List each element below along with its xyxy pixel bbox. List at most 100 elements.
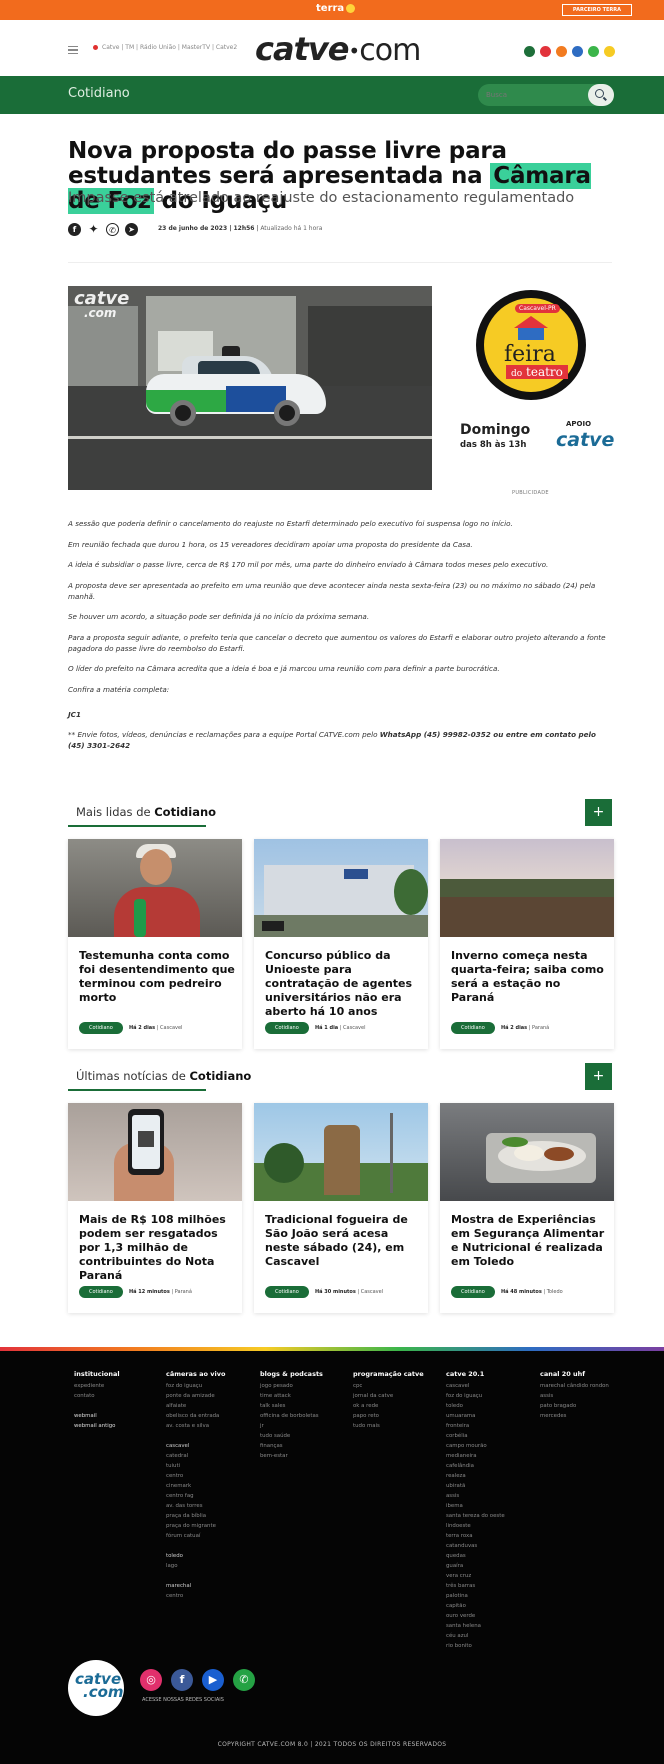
footer-link[interactable]: bem-estar <box>260 1451 350 1461</box>
footer-link[interactable]: fronteira <box>446 1421 536 1431</box>
card-title[interactable]: Concurso público da Unioeste para contra… <box>265 949 421 1019</box>
footer-link[interactable]: catedral <box>166 1451 256 1461</box>
twitter-icon[interactable]: ✦ <box>87 222 100 236</box>
footer-link[interactable]: quedas <box>446 1551 536 1561</box>
footer-link[interactable]: três barras <box>446 1581 536 1591</box>
footer-link[interactable]: santa tereza do oeste <box>446 1511 536 1521</box>
footer-link[interactable]: céu azul <box>446 1631 536 1641</box>
footer-link[interactable]: pato bragado <box>540 1401 630 1411</box>
footer-link[interactable]: cascavel <box>446 1381 536 1391</box>
latest-news-more-button[interactable]: + <box>585 1063 612 1090</box>
menu-icon[interactable] <box>68 46 78 54</box>
footer-link[interactable]: webmail antigo <box>74 1421 164 1431</box>
footer-link[interactable]: marechal cândido rondon <box>540 1381 630 1391</box>
card-title[interactable]: Tradicional fogueira de São João será ac… <box>265 1213 421 1269</box>
footer-link[interactable]: realeza <box>446 1471 536 1481</box>
footer-links[interactable]: marechal cândido rondon assis pato bragado… <box>540 1381 630 1421</box>
footer-links[interactable]: catedral tuiuti centro cinemark centro fag av… <box>166 1451 256 1541</box>
footer-link[interactable]: ponte da amizade <box>166 1391 256 1401</box>
search-button[interactable] <box>588 84 614 106</box>
card-title[interactable]: Testemunha conta como foi desentendiment… <box>79 949 235 1005</box>
live-channels-links[interactable]: Catve | TM | Rádio União | MasterTV | Ca… <box>102 42 262 53</box>
whatsapp-icon[interactable]: ✆ <box>106 222 119 236</box>
footer-link[interactable]: campo mourão <box>446 1441 536 1451</box>
most-read-more-button[interactable]: + <box>585 799 612 826</box>
site-logo[interactable]: catve•com <box>255 30 421 68</box>
footer-link[interactable]: cpc <box>353 1381 443 1391</box>
telegram-icon[interactable]: ➤ <box>125 222 138 236</box>
whatsapp-icon[interactable]: ✆ <box>233 1669 255 1691</box>
footer-link[interactable]: jr <box>260 1421 350 1431</box>
search-input[interactable] <box>486 88 576 102</box>
footer-link[interactable]: tuiuti <box>166 1461 256 1471</box>
footer-link[interactable]: centro fag <box>166 1491 256 1501</box>
footer-link[interactable]: catanduvas <box>446 1541 536 1551</box>
news-card[interactable]: Concurso público da Unioeste para contra… <box>254 839 428 1049</box>
footer-link[interactable]: capitão <box>446 1601 536 1611</box>
footer-links[interactable]: jogo pesado time attack talk sales officina… <box>260 1381 350 1461</box>
news-card[interactable]: Tradicional fogueira de São João será ac… <box>254 1103 428 1313</box>
footer-link[interactable]: lindoeste <box>446 1521 536 1531</box>
facebook-icon[interactable]: f <box>68 222 81 236</box>
footer-link[interactable]: corbélia <box>446 1431 536 1441</box>
footer-link[interactable]: praça do migrante <box>166 1521 256 1531</box>
footer-link[interactable]: santa helena <box>446 1621 536 1631</box>
footer-link[interactable]: centro <box>166 1471 256 1481</box>
footer-link[interactable]: cinemark <box>166 1481 256 1491</box>
footer-link[interactable]: mercedes <box>540 1411 630 1421</box>
facebook-icon[interactable]: f <box>171 1669 193 1691</box>
card-category-tag[interactable]: Cotidiano <box>451 1022 495 1034</box>
news-card[interactable]: Testemunha conta como foi desentendiment… <box>68 839 242 1049</box>
footer-link[interactable]: assis <box>540 1391 630 1401</box>
footer-link[interactable]: tudo saúde <box>260 1431 350 1441</box>
footer-links[interactable]: cpc jornal da catve ok a rede papo reto tudo… <box>353 1381 443 1431</box>
footer-link[interactable]: papo reto <box>353 1411 443 1421</box>
footer-link[interactable]: umuarama <box>446 1411 536 1421</box>
terra-brand[interactable]: terra <box>316 3 356 14</box>
news-card[interactable]: Mais de R$ 108 milhões podem ser resgata… <box>68 1103 242 1313</box>
news-card[interactable]: Mostra de Experiências em Segurança Alim… <box>440 1103 614 1313</box>
footer-link[interactable]: terra roxa <box>446 1531 536 1541</box>
footer-link[interactable]: tudo mais <box>353 1421 443 1431</box>
footer-link[interactable]: toledo <box>446 1401 536 1411</box>
card-category-tag[interactable]: Cotidiano <box>79 1022 123 1034</box>
footer-links[interactable]: expediente contato <box>74 1381 164 1401</box>
partner-terra-button[interactable]: PARCEIRO TERRA <box>561 4 632 16</box>
footer-link[interactable]: foz do iguaçu <box>166 1381 256 1391</box>
card-title[interactable]: Inverno começa nesta quarta-feira; saiba… <box>451 949 607 1005</box>
card-title[interactable]: Mais de R$ 108 milhões podem ser resgata… <box>79 1213 235 1283</box>
card-title[interactable]: Mostra de Experiências em Segurança Alim… <box>451 1213 607 1269</box>
footer-link[interactable]: ouro verde <box>446 1611 536 1621</box>
footer-link[interactable]: medianeira <box>446 1451 536 1461</box>
footer-link[interactable]: lago <box>166 1561 256 1571</box>
footer-link[interactable]: fórum catuaí <box>166 1531 256 1541</box>
section-title[interactable]: Cotidiano <box>68 86 130 101</box>
footer-link[interactable]: jogo pesado <box>260 1381 350 1391</box>
advertisement[interactable]: Cascavel-PR feira do teatro Domingo das … <box>452 286 614 496</box>
footer-links[interactable]: centro <box>166 1591 256 1601</box>
footer-link[interactable]: time attack <box>260 1391 350 1401</box>
footer-link[interactable]: vera cruz <box>446 1571 536 1581</box>
footer-link[interactable]: officina de borboletas <box>260 1411 350 1421</box>
youtube-icon[interactable]: ▶ <box>202 1669 224 1691</box>
footer-link[interactable]: obelisco da entrada <box>166 1411 256 1421</box>
footer-link[interactable]: jornal da catve <box>353 1391 443 1401</box>
footer-link[interactable]: ok a rede <box>353 1401 443 1411</box>
footer-link[interactable]: contato <box>74 1391 164 1401</box>
footer-link[interactable]: rio bonito <box>446 1641 536 1651</box>
card-category-tag[interactable]: Cotidiano <box>265 1022 309 1034</box>
footer-link[interactable]: finanças <box>260 1441 350 1451</box>
footer-link[interactable]: praça da bíblia <box>166 1511 256 1521</box>
footer-link[interactable]: webmail <box>74 1411 164 1421</box>
footer-links[interactable]: lago <box>166 1561 256 1571</box>
footer-links[interactable]: foz do iguaçu ponte da amizade alfaiate obe… <box>166 1381 256 1431</box>
card-category-tag[interactable]: Cotidiano <box>451 1286 495 1298</box>
card-category-tag[interactable]: Cotidiano <box>265 1286 309 1298</box>
footer-links[interactable]: webmail webmail antigo <box>74 1411 164 1431</box>
footer-logo[interactable]: catve .com <box>68 1660 124 1716</box>
footer-link[interactable]: guaíra <box>446 1561 536 1571</box>
footer-links[interactable]: cascavel foz do iguaçu toledo umuarama front… <box>446 1381 536 1651</box>
footer-link[interactable]: av. costa e silva <box>166 1421 256 1431</box>
footer-link[interactable]: assis <box>446 1491 536 1501</box>
footer-link[interactable]: ubiratã <box>446 1481 536 1491</box>
